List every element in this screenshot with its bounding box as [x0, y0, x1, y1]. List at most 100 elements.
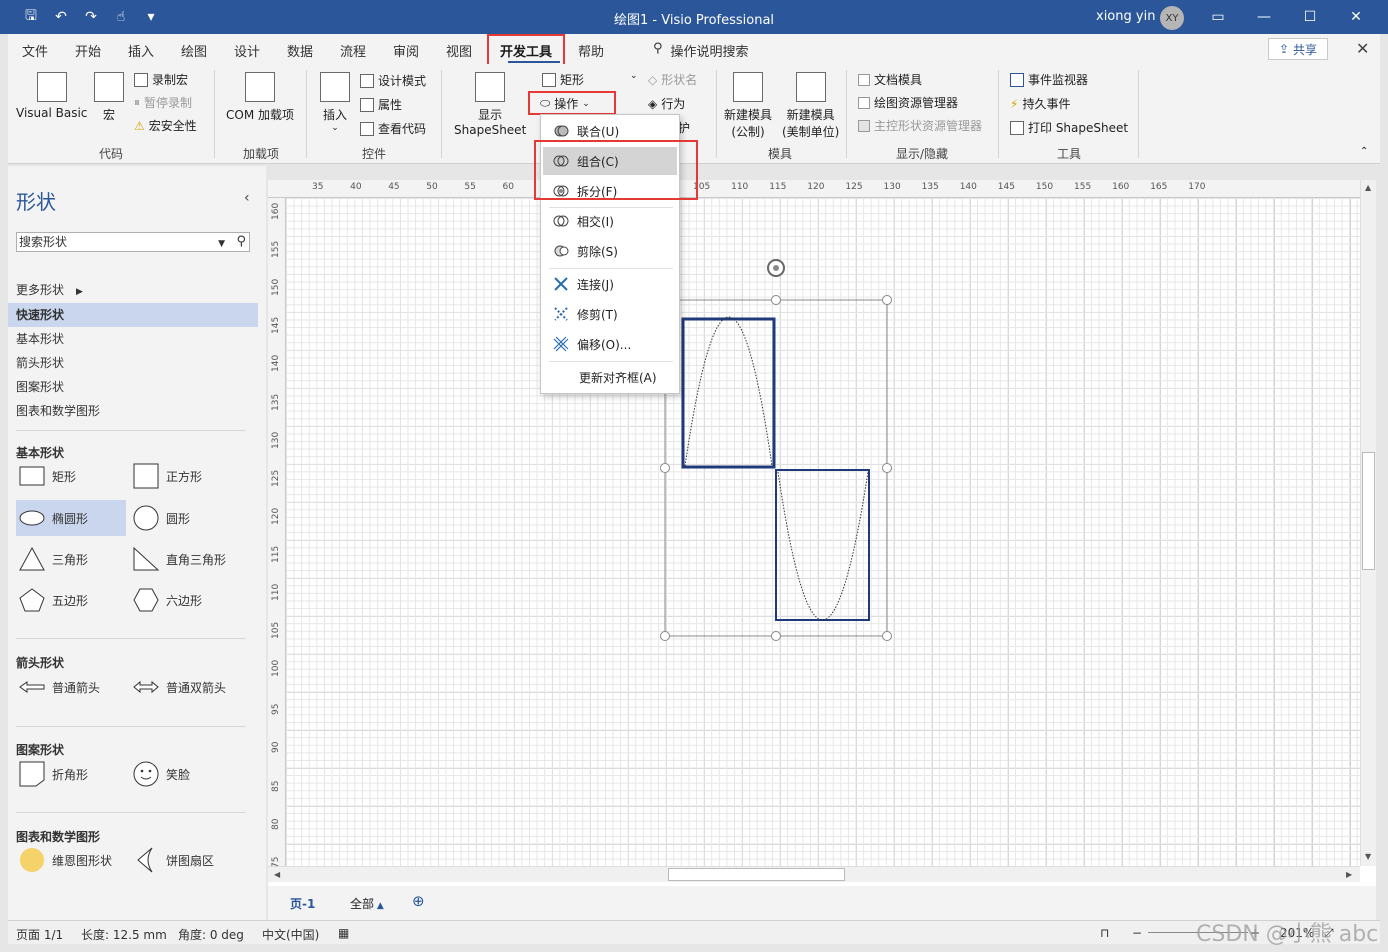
vertical-scrollbar[interactable]: ▲ ▼: [1360, 180, 1376, 866]
tab-home[interactable]: 开始: [75, 41, 101, 60]
tab-design[interactable]: 设计: [234, 41, 260, 60]
stencil-chart-shapes[interactable]: 图表和数学图形: [8, 399, 258, 423]
maximize-icon[interactable]: ☐: [1296, 5, 1324, 29]
menu-item-offset[interactable]: 偏移(O)...: [543, 330, 677, 358]
visual-basic-button[interactable]: Visual Basic: [16, 72, 87, 120]
persistent-events-button[interactable]: ⚡ 持久事件: [1010, 95, 1070, 112]
tab-review[interactable]: 审阅: [393, 41, 419, 60]
tab-data[interactable]: 数据: [287, 41, 313, 60]
event-monitor-button[interactable]: 事件监视器: [1010, 71, 1088, 88]
shape-double-arrow[interactable]: 普通双箭头: [130, 669, 250, 705]
zoom-out-icon[interactable]: −: [1132, 926, 1142, 940]
print-shapesheet-button[interactable]: 打印 ShapeSheet: [1010, 119, 1128, 136]
shape-hexagon[interactable]: 六边形: [130, 582, 240, 618]
design-mode-button[interactable]: 设计模式: [360, 72, 426, 89]
menu-item-combine[interactable]: 组合(C): [543, 147, 677, 175]
shape-venn[interactable]: 维恩图形状: [16, 842, 128, 878]
menu-item-join[interactable]: 连接(J): [543, 270, 677, 298]
shape-rectangle[interactable]: 矩形: [16, 458, 126, 494]
document-stencil-checkbox[interactable]: 文档模具: [858, 71, 922, 88]
share-button[interactable]: ⇪ 共享: [1268, 38, 1328, 60]
view-code-button[interactable]: 查看代码: [360, 120, 426, 137]
stencil-basic-shapes[interactable]: 基本形状: [8, 327, 258, 351]
save-icon[interactable]: 🖫: [20, 6, 42, 28]
shape-circle[interactable]: 圆形: [130, 500, 240, 536]
shape-triangle[interactable]: 三角形: [16, 541, 126, 577]
rotation-handle-icon[interactable]: [767, 259, 785, 277]
tab-file[interactable]: 文件: [22, 41, 48, 60]
scroll-down-icon[interactable]: ▼: [1365, 852, 1371, 861]
minimize-icon[interactable]: —: [1250, 5, 1278, 29]
insert-control-button[interactable]: 插入 ⌄: [320, 72, 350, 133]
tab-process[interactable]: 流程: [340, 41, 366, 60]
shape-simple-arrow[interactable]: 普通箭头: [16, 669, 126, 705]
tab-view[interactable]: 视图: [446, 41, 472, 60]
collapse-ribbon-icon[interactable]: ⌃: [1360, 146, 1368, 157]
shape-square[interactable]: 正方形: [130, 458, 240, 494]
new-stencil-us-button[interactable]: 新建模具 (美制单位): [782, 72, 839, 140]
shape-search-input[interactable]: 搜索形状 ▼ ⚲: [16, 232, 250, 252]
more-shapes-menu[interactable]: 更多形状 ▶: [8, 278, 258, 302]
record-macro-button[interactable]: 录制宏: [134, 71, 188, 88]
presentation-mode-icon[interactable]: ⊓: [1100, 926, 1109, 940]
chevron-down-icon[interactable]: ▼: [218, 235, 225, 253]
collapse-panel-icon[interactable]: ‹: [244, 190, 250, 206]
rectangle-tool-button[interactable]: 矩形: [542, 71, 584, 88]
menu-item-update-alignment-box[interactable]: 更新对齐框(A): [543, 363, 677, 391]
shape-rect-bottom[interactable]: [775, 469, 870, 621]
shape-ellipse[interactable]: 椭圆形: [16, 500, 126, 536]
search-icon[interactable]: ⚲: [236, 233, 246, 251]
status-page[interactable]: 页面 1/1: [16, 926, 63, 943]
shape-right-triangle[interactable]: 直角三角形: [130, 541, 240, 577]
add-page-icon[interactable]: ⊕: [412, 892, 425, 910]
shape-rect-top[interactable]: [681, 316, 776, 469]
customize-qat-icon[interactable]: ▾: [140, 6, 162, 28]
status-language[interactable]: 中文(中国): [262, 926, 319, 943]
menu-item-fragment[interactable]: 拆分(F): [543, 177, 677, 205]
master-explorer-checkbox[interactable]: 主控形状资源管理器: [858, 117, 982, 134]
new-stencil-metric-button[interactable]: 新建模具 (公制): [724, 72, 772, 140]
tab-help[interactable]: 帮助: [578, 41, 604, 60]
user-name[interactable]: xiong yin: [1096, 9, 1155, 24]
macro-button[interactable]: 宏: [94, 72, 124, 123]
scroll-left-icon[interactable]: ◀: [274, 870, 280, 879]
tab-insert[interactable]: 插入: [128, 41, 154, 60]
shape-name-button[interactable]: ◇ 形状名: [648, 71, 697, 88]
menu-item-union[interactable]: 联合(U): [543, 117, 677, 145]
ribbon-display-icon[interactable]: ▭: [1204, 5, 1232, 29]
vertical-scroll-thumb[interactable]: [1362, 452, 1375, 570]
all-pages-button[interactable]: 全部 ▲: [350, 895, 384, 912]
tab-page-1[interactable]: 页-1: [290, 895, 315, 912]
operations-button[interactable]: ⬭ 操作 ⌄: [540, 95, 590, 112]
close-window-icon[interactable]: ✕: [1342, 5, 1370, 29]
menu-item-intersect[interactable]: 相交(I): [543, 207, 677, 235]
shape-pie-sector[interactable]: 饼图扇区: [130, 842, 240, 878]
scroll-up-icon[interactable]: ▲: [1365, 183, 1371, 192]
behavior-button[interactable]: ◈ 行为: [648, 95, 685, 112]
macro-record-status-icon[interactable]: ▦: [338, 926, 349, 940]
tell-me-search[interactable]: ⚲ 操作说明搜索: [653, 41, 749, 60]
touch-mode-icon[interactable]: ☝: [110, 6, 132, 28]
close-ribbon-icon[interactable]: ✕: [1356, 39, 1369, 58]
macro-security-button[interactable]: ⚠ 宏安全性: [134, 117, 197, 134]
stencil-arrow-shapes[interactable]: 箭头形状: [8, 351, 258, 375]
drawing-explorer-checkbox[interactable]: 绘图资源管理器: [858, 94, 958, 111]
pause-record-button[interactable]: ⏸ 暂停录制: [134, 94, 192, 111]
shape-smiley[interactable]: 笑脸: [130, 756, 240, 792]
menu-item-trim[interactable]: 修剪(T): [543, 300, 677, 328]
properties-button[interactable]: 属性: [360, 96, 402, 113]
avatar[interactable]: XY: [1160, 6, 1184, 30]
undo-icon[interactable]: ↶: [50, 6, 72, 28]
shape-pentagon[interactable]: 五边形: [16, 582, 126, 618]
shape-folded-corner[interactable]: 折角形: [16, 756, 126, 792]
shape-name-dropdown[interactable]: ⌄: [630, 71, 638, 81]
com-addins-button[interactable]: COM 加载项: [226, 72, 294, 123]
scroll-right-icon[interactable]: ▶: [1346, 870, 1352, 879]
horizontal-scroll-thumb[interactable]: [668, 868, 845, 881]
tab-developer[interactable]: 开发工具: [500, 41, 552, 60]
stencil-pattern-shapes[interactable]: 图案形状: [8, 375, 258, 399]
selected-shape-group[interactable]: [286, 198, 1360, 866]
stencil-quick-shapes[interactable]: 快速形状: [8, 303, 258, 327]
menu-item-subtract[interactable]: 剪除(S): [543, 237, 677, 265]
horizontal-scrollbar[interactable]: ◀ ▶: [268, 866, 1360, 882]
